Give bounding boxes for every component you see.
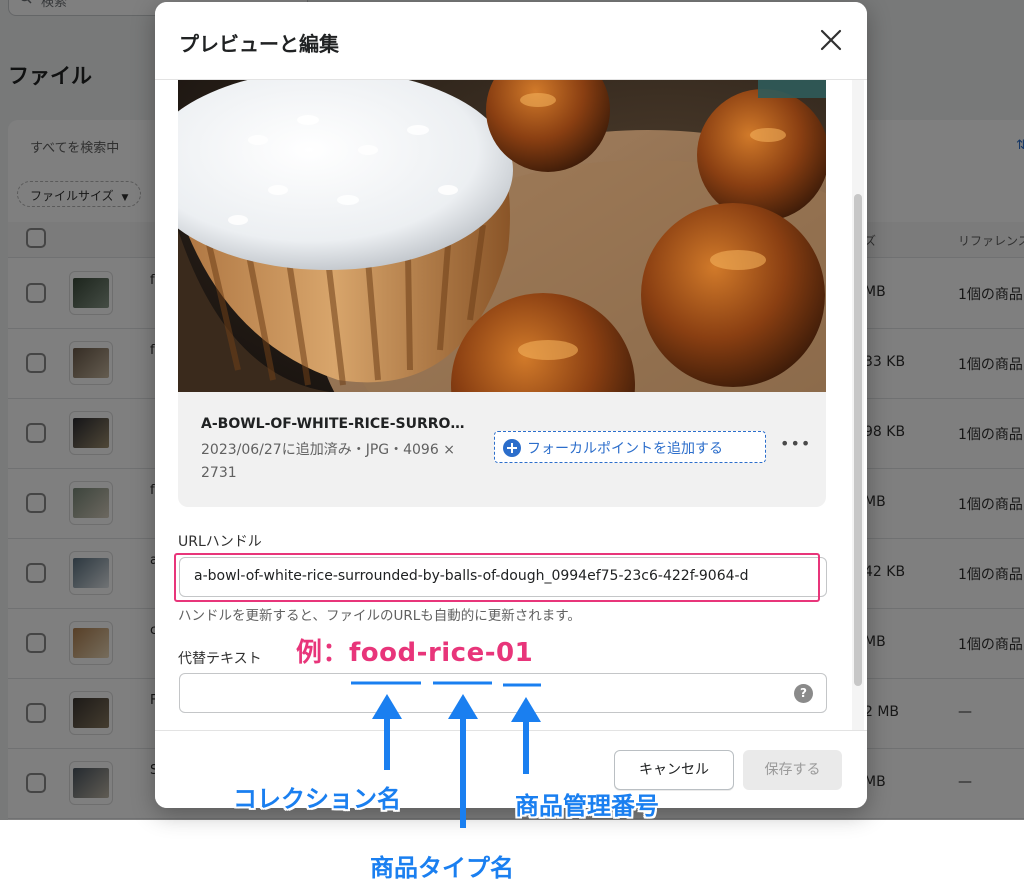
collection-name-label: コレクション名	[233, 785, 401, 813]
rice-photo	[178, 80, 826, 392]
modal-title: プレビューと編集	[179, 32, 339, 56]
image-preview-panel: A-BOWL-OF-WHITE-RICE-SURRO… 2023/06/27に追…	[178, 80, 826, 507]
close-icon[interactable]	[819, 28, 843, 52]
plus-circle-icon	[503, 439, 521, 457]
file-name: A-BOWL-OF-WHITE-RICE-SURRO…	[201, 416, 465, 432]
file-meta: 2023/06/27に追加済み・JPG・4096 × 2731	[201, 442, 455, 481]
modal-scrollbar-thumb[interactable]	[854, 194, 862, 686]
more-actions-icon[interactable]: •••	[780, 434, 811, 453]
save-button[interactable]: 保存する	[743, 750, 842, 790]
url-handle-highlight	[174, 553, 820, 602]
modal-header: プレビューと編集	[155, 2, 867, 80]
url-handle-label: URLハンドル	[178, 534, 262, 550]
url-handle-help: ハンドルを更新すると、ファイルのURLも自動的に更新されます。	[178, 608, 581, 624]
help-icon[interactable]: ?	[794, 684, 813, 703]
example-handle-text: 例：food-rice-01	[296, 638, 534, 668]
screenshot: 検索 ファイル すべてを検索中 ⇅ ファイルサイズ ▼ ズ リファレンス fMB…	[0, 0, 1024, 886]
cancel-button[interactable]: キャンセル	[614, 750, 734, 790]
product-type-name-label: 商品タイプ名	[370, 854, 514, 882]
alt-text-label: 代替テキスト	[178, 651, 262, 667]
add-focal-point-button[interactable]: フォーカルポイントを追加する	[494, 431, 766, 463]
alt-text-input[interactable]: ?	[179, 673, 827, 713]
add-focal-point-label: フォーカルポイントを追加する	[527, 441, 723, 457]
product-id-label: 商品管理番号	[515, 792, 659, 820]
preview-edit-modal: プレビューと編集 A-BOWL-OF-WHITE-RICE-SURRO… 202…	[155, 2, 867, 808]
